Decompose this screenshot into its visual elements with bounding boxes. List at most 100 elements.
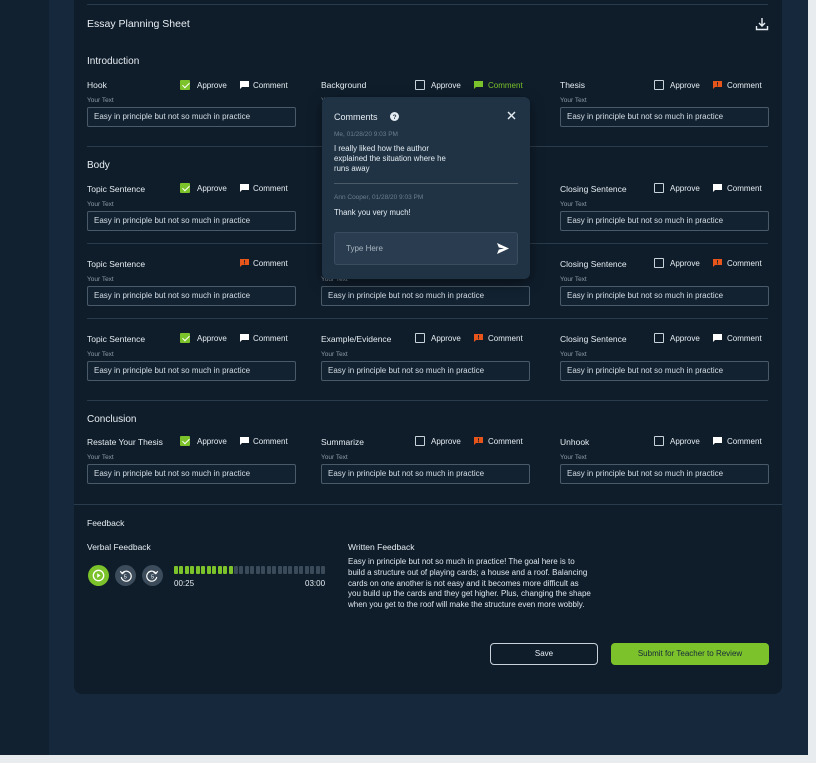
section-conclusion: Conclusion: [87, 414, 137, 425]
play-icon: [92, 569, 105, 582]
field-label-thesis: Thesis: [560, 80, 586, 90]
approve-checkbox[interactable]: [415, 80, 425, 90]
approve-checkbox[interactable]: [654, 80, 664, 90]
send-icon[interactable]: [497, 243, 509, 254]
save-button[interactable]: Save: [490, 643, 598, 665]
comment-label[interactable]: Comment: [253, 259, 288, 268]
submit-for-review-button[interactable]: Submit for Teacher to Review: [611, 643, 769, 665]
field-label-hook: Hook: [87, 80, 107, 90]
restate-thesis-input[interactable]: Easy in principle but not so much in pra…: [87, 464, 296, 484]
comment-bubble-icon[interactable]: [240, 437, 249, 445]
top-divider: [87, 4, 768, 5]
audio-progress-segment: [184, 566, 189, 574]
comment-bubble-icon[interactable]: [713, 437, 722, 445]
page-title: Essay Planning Sheet: [87, 18, 190, 30]
approve-checkbox[interactable]: [180, 436, 190, 446]
info-icon[interactable]: ?: [390, 112, 399, 121]
comment-text: I really liked how the author explained …: [334, 144, 446, 173]
comment-label[interactable]: Comment: [488, 81, 523, 90]
comment-label[interactable]: Comment: [488, 334, 523, 343]
download-icon[interactable]: [755, 17, 769, 31]
audio-progress-segment: [321, 566, 326, 574]
hook-input[interactable]: Easy in principle but not so much in pra…: [87, 107, 296, 127]
audio-progress-segment: [206, 566, 211, 574]
comment-label[interactable]: Comment: [727, 259, 762, 268]
feedback-heading: Feedback: [87, 518, 125, 528]
comment-alert-icon[interactable]: [474, 334, 483, 342]
thesis-input[interactable]: Easy in principle but not so much in pra…: [560, 107, 769, 127]
field-label-summarize: Summarize: [321, 437, 364, 447]
audio-progress-segment: [228, 566, 233, 574]
comment-label[interactable]: Comment: [253, 184, 288, 193]
audio-progress-segment: [223, 566, 228, 574]
forward-button[interactable]: 5: [142, 565, 163, 586]
comment-bubble-icon[interactable]: [240, 81, 249, 89]
closing-sentence-input[interactable]: Easy in principle but not so much in pra…: [560, 361, 769, 381]
comment-bubble-icon[interactable]: [713, 184, 722, 192]
approve-label: Approve: [670, 334, 700, 343]
forward-5-icon: 5: [146, 570, 159, 582]
comment-text: Thank you very much!: [334, 208, 411, 217]
close-icon[interactable]: [507, 111, 516, 120]
comments-title: Comments: [334, 112, 378, 122]
field-label-background: Background: [321, 80, 367, 90]
closing-sentence-input[interactable]: Easy in principle but not so much in pra…: [560, 286, 769, 306]
comment-label[interactable]: Comment: [727, 184, 762, 193]
comment-bubble-icon[interactable]: [240, 334, 249, 342]
elapsed-time: 00:25: [174, 579, 195, 588]
comment-meta: Me, 01/28/20 9:03 PM: [334, 131, 398, 138]
approve-checkbox[interactable]: [654, 183, 664, 193]
comment-label[interactable]: Comment: [727, 437, 762, 446]
topic-sentence-input[interactable]: Easy in principle but not so much in pra…: [87, 361, 296, 381]
approve-checkbox[interactable]: [415, 436, 425, 446]
approve-checkbox[interactable]: [654, 258, 664, 268]
example-evidence-input[interactable]: Easy in principle but not so much in pra…: [321, 286, 530, 306]
comment-label[interactable]: Comment: [253, 334, 288, 343]
approve-label: Approve: [431, 334, 461, 343]
comment-bubble-icon[interactable]: [713, 334, 722, 342]
row-divider: [87, 318, 768, 319]
approve-checkbox[interactable]: [415, 333, 425, 343]
section-introduction: Introduction: [87, 56, 140, 67]
field-label-example-evidence: Example/Evidence: [321, 334, 392, 344]
comment-label[interactable]: Comment: [727, 334, 762, 343]
your-text-label: Your Text: [87, 201, 114, 208]
comment-label[interactable]: Comment: [488, 437, 523, 446]
approve-label: Approve: [670, 259, 700, 268]
comment-input[interactable]: Type Here: [334, 232, 518, 265]
approve-checkbox[interactable]: [654, 333, 664, 343]
svg-text:5: 5: [151, 574, 154, 580]
approve-checkbox[interactable]: [180, 183, 190, 193]
audio-progress-segment: [293, 566, 298, 574]
field-label-closing-sentence: Closing Sentence: [560, 259, 627, 269]
audio-progress-segment: [233, 566, 238, 574]
audio-progress-segment: [261, 566, 266, 574]
comment-label[interactable]: Comment: [253, 81, 288, 90]
comment-alert-icon[interactable]: [713, 259, 722, 267]
field-label-topic-sentence: Topic Sentence: [87, 184, 146, 194]
comment-bubble-icon[interactable]: [474, 81, 483, 89]
comment-alert-icon[interactable]: [240, 259, 249, 267]
comment-alert-icon[interactable]: [713, 81, 722, 89]
approve-checkbox[interactable]: [180, 80, 190, 90]
approve-checkbox[interactable]: [180, 333, 190, 343]
topic-sentence-input[interactable]: Easy in principle but not so much in pra…: [87, 286, 296, 306]
summarize-input[interactable]: Easy in principle but not so much in pra…: [321, 464, 530, 484]
approve-label: Approve: [197, 437, 227, 446]
approve-checkbox[interactable]: [654, 436, 664, 446]
topic-sentence-input[interactable]: Easy in principle but not so much in pra…: [87, 211, 296, 231]
play-button[interactable]: [88, 565, 109, 586]
approve-label: Approve: [197, 184, 227, 193]
audio-progress-segment: [201, 566, 206, 574]
comment-bubble-icon[interactable]: [240, 184, 249, 192]
closing-sentence-input[interactable]: Easy in principle but not so much in pra…: [560, 211, 769, 231]
audio-progress-segment: [255, 566, 260, 574]
section-body: Body: [87, 160, 110, 171]
audio-progress-segment: [217, 566, 222, 574]
rewind-button[interactable]: 5: [115, 565, 136, 586]
unhook-input[interactable]: Easy in principle but not so much in pra…: [560, 464, 769, 484]
comment-label[interactable]: Comment: [253, 437, 288, 446]
comment-alert-icon[interactable]: [474, 437, 483, 445]
example-evidence-input[interactable]: Easy in principle but not so much in pra…: [321, 361, 530, 381]
comment-label[interactable]: Comment: [727, 81, 762, 90]
